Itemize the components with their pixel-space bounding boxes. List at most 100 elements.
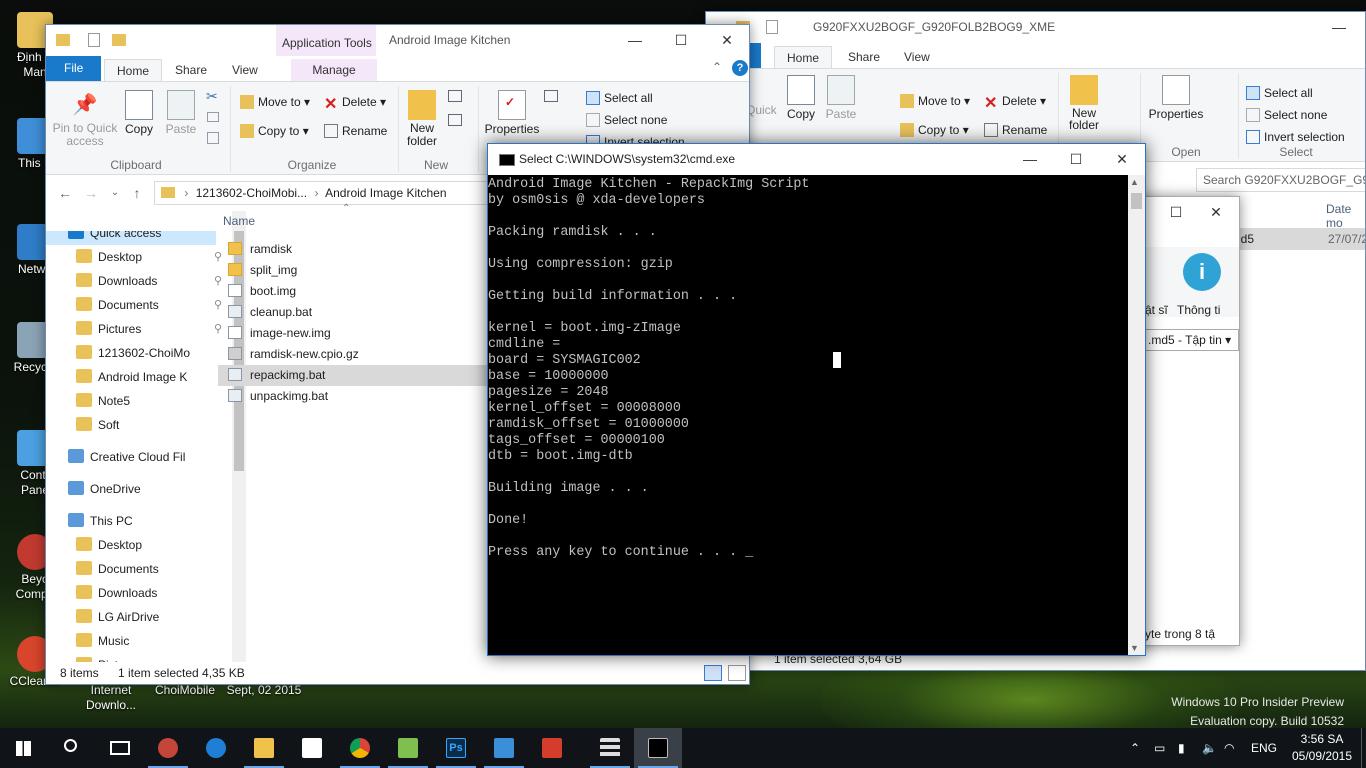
close-button[interactable]: ✕	[704, 25, 749, 55]
search-box[interactable]: Search G920FXXU2BOGF_G92...	[1196, 168, 1365, 192]
vertical-scrollbar[interactable]: ▲ ▼	[1128, 175, 1145, 655]
taskbar-app-stack[interactable]	[586, 728, 634, 768]
taskbar-app-store[interactable]	[288, 728, 336, 768]
taskbar-app-file-explorer[interactable]	[240, 728, 288, 768]
nav-item[interactable]: Soft	[76, 413, 216, 437]
properties-button[interactable]: Properties	[1146, 75, 1206, 121]
select-all-button[interactable]: Select all	[1246, 83, 1313, 103]
paste-shortcut-icon[interactable]	[207, 132, 219, 144]
nav-item[interactable]: Android Image K	[76, 365, 216, 389]
large-icons-view-icon[interactable]	[728, 665, 746, 681]
title-bar[interactable]: G920FXXU2BOGF_G920FOLB2BOG9_XME —	[706, 12, 1365, 43]
chevron-up-icon[interactable]: ⌃	[712, 60, 722, 74]
nav-item[interactable]: Documents	[76, 557, 216, 581]
clock[interactable]: 3:56 SA 05/09/2015	[1290, 731, 1354, 765]
taskbar-app-notepad[interactable]	[384, 728, 432, 768]
qat-properties-icon[interactable]	[766, 20, 778, 34]
file-row[interactable]: split_img	[218, 260, 488, 281]
delete-button[interactable]: ✕ Delete ▾	[324, 92, 386, 113]
console-output[interactable]: Android Image Kitchen - RepackImg Script…	[488, 177, 1128, 653]
wifi-icon[interactable]: ◠	[1224, 728, 1234, 768]
tray-app-icon[interactable]: ▭	[1154, 728, 1165, 768]
invert-selection-button[interactable]: Invert selection	[1246, 127, 1345, 147]
taskbar-app-flash[interactable]	[528, 728, 576, 768]
tab-info-label[interactable]: Thông ti	[1177, 303, 1220, 317]
select-none-button[interactable]: Select none	[586, 110, 667, 130]
up-button[interactable]: ↑	[126, 183, 148, 203]
taskbar-app-chrome[interactable]	[336, 728, 384, 768]
language-indicator[interactable]: ENG	[1251, 728, 1277, 768]
select-all-button[interactable]: Select all	[586, 88, 653, 108]
tab-share[interactable]: Share	[163, 59, 219, 81]
nav-item[interactable]: This PC	[68, 509, 218, 533]
pin-quick-access-button[interactable]: 📌 Pin to Quick access	[48, 90, 122, 148]
cmd-window[interactable]: Select C:\WINDOWS\system32\cmd.exe — ☐ ✕…	[487, 143, 1146, 656]
details-view-icon[interactable]	[704, 665, 722, 681]
taskbar-app-photoshop[interactable]: Ps	[432, 728, 480, 768]
maximize-button[interactable]: ☐	[1053, 144, 1099, 174]
nav-item[interactable]: Music	[76, 629, 216, 653]
taskbar-app-cmd[interactable]	[634, 728, 682, 768]
delete-button[interactable]: ✕ Delete ▾	[984, 91, 1046, 112]
file-row[interactable]: ramdisk	[218, 239, 488, 260]
paste-button[interactable]: Paste	[824, 75, 858, 121]
desktop-icon-internet-download[interactable]: Internet Downlo...	[76, 683, 146, 728]
tab-share[interactable]: Share	[836, 46, 892, 68]
minimize-button[interactable]: —	[1007, 144, 1053, 174]
cut-icon[interactable]: ✂	[206, 88, 218, 105]
tab-file[interactable]: File	[46, 56, 102, 81]
close-button[interactable]: ✕	[1099, 144, 1145, 174]
copy-to-button[interactable]: Copy to ▾	[900, 120, 969, 140]
tab-view[interactable]: View	[892, 46, 942, 68]
taskbar-app-unknown[interactable]	[144, 728, 192, 768]
rename-button[interactable]: Rename	[984, 120, 1047, 140]
scroll-thumb[interactable]	[1131, 193, 1142, 209]
volume-icon[interactable]: 🔈	[1202, 728, 1217, 768]
scroll-up-icon[interactable]: ▲	[1130, 177, 1139, 187]
nav-item[interactable]: 1213602-ChoiMo	[76, 341, 216, 365]
tab-home[interactable]: Home	[104, 59, 163, 81]
copy-button[interactable]: Copy	[122, 90, 156, 136]
file-row[interactable]: unpackimg.bat	[218, 386, 488, 407]
forward-button[interactable]: →	[80, 183, 102, 203]
desktop-icon-choimobile[interactable]: ChoiMobile	[150, 683, 220, 698]
move-to-button[interactable]: Move to ▾	[240, 92, 310, 112]
file-row[interactable]: repackimg.bat	[218, 365, 488, 386]
tab-home[interactable]: Home	[774, 46, 833, 68]
desktop-icon-sept-folder[interactable]: Sept, 02 2015	[222, 683, 306, 698]
nav-item[interactable]: Pictures	[76, 653, 216, 662]
column-header-name[interactable]: Name	[223, 214, 255, 228]
nav-item[interactable]: OneDrive	[68, 477, 218, 501]
nav-item[interactable]: Desktop ⚲	[76, 245, 222, 269]
help-icon[interactable]: ?	[732, 60, 748, 76]
file-row[interactable]: ramdisk-new.cpio.gz	[218, 344, 488, 365]
open-icon[interactable]	[544, 90, 558, 102]
properties-dialog[interactable]: ☐ ✕ i ật sĩ Thông ti .md5 - Tập tin ▾ yt…	[1130, 196, 1240, 646]
select-none-button[interactable]: Select none	[1246, 105, 1327, 125]
nav-item[interactable]: Pictures ⚲	[76, 317, 222, 341]
easy-access-icon[interactable]	[448, 114, 462, 126]
scroll-down-icon[interactable]: ▼	[1130, 643, 1139, 653]
nav-item[interactable]: Downloads ⚲	[76, 269, 222, 293]
close-button[interactable]: ✕	[1193, 197, 1239, 227]
nav-item[interactable]: LG AirDrive	[76, 605, 216, 629]
copy-path-icon[interactable]	[207, 112, 219, 122]
qat-new-folder-icon[interactable]	[112, 34, 126, 46]
dialog-dropdown[interactable]: .md5 - Tập tin ▾	[1145, 329, 1239, 351]
tab-left-label[interactable]: ật sĩ	[1145, 303, 1168, 317]
battery-icon[interactable]: ▮	[1178, 728, 1185, 768]
column-header-date[interactable]: Date mo	[1326, 202, 1365, 230]
recent-locations-button[interactable]: ⌄	[104, 183, 126, 203]
tray-chevron-up-icon[interactable]: ⌃	[1130, 728, 1140, 768]
nav-item[interactable]: Downloads	[76, 581, 216, 605]
pin-quick-access-button[interactable]: Quick	[746, 103, 777, 117]
info-icon[interactable]: i	[1183, 253, 1221, 291]
move-to-button[interactable]: Move to ▾	[900, 91, 970, 111]
title-bar[interactable]: Select C:\WINDOWS\system32\cmd.exe — ☐ ✕	[488, 144, 1145, 175]
rename-button[interactable]: Rename	[324, 121, 387, 141]
show-desktop-button[interactable]	[1361, 728, 1366, 768]
copy-to-button[interactable]: Copy to ▾	[240, 121, 309, 141]
back-button[interactable]: ←	[54, 183, 76, 203]
new-folder-button[interactable]: New folder	[402, 90, 442, 148]
minimize-button[interactable]: —	[612, 25, 658, 55]
